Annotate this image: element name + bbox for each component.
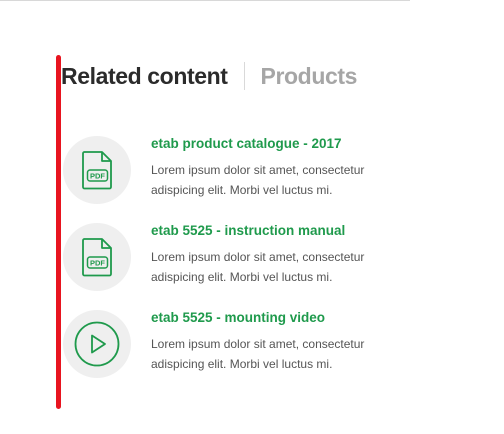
tab-related-content[interactable]: Related content [61,60,228,92]
list-item[interactable]: PDF etab 5525 - instruction manual Lorem… [63,223,423,295]
pdf-icon: PDF [82,151,112,190]
item-description-line: Lorem ipsum dolor sit amet, consectetur [151,250,365,264]
item-title-link[interactable]: etab product catalogue - 2017 [151,136,342,151]
play-icon[interactable] [73,320,121,368]
pdf-icon-label: PDF [90,171,105,180]
item-title-link[interactable]: etab 5525 - mounting video [151,310,325,325]
icon-badge: PDF [63,136,131,204]
item-description: Lorem ipsum dolor sit amet, consectetur … [151,247,421,287]
item-description-line: adispicing elit. Morbi vel luctus mi. [151,270,333,284]
item-description: Lorem ipsum dolor sit amet, consectetur … [151,334,421,374]
item-description: Lorem ipsum dolor sit amet, consectetur … [151,160,421,200]
icon-badge [63,310,131,378]
list-item[interactable]: etab 5525 - mounting video Lorem ipsum d… [63,310,423,382]
tab-divider [243,62,245,90]
item-description-line: adispicing elit. Morbi vel luctus mi. [151,183,333,197]
item-description-line: Lorem ipsum dolor sit amet, consectetur [151,337,365,351]
pdf-icon: PDF [82,238,112,277]
icon-badge: PDF [63,223,131,291]
content-tabs: Related content Products [61,60,357,92]
pdf-icon-label: PDF [90,258,105,267]
item-description-line: adispicing elit. Morbi vel luctus mi. [151,357,333,371]
list-item[interactable]: PDF etab product catalogue - 2017 Lorem … [63,136,423,208]
item-title-link[interactable]: etab 5525 - instruction manual [151,223,345,238]
item-description-line: Lorem ipsum dolor sit amet, consectetur [151,163,365,177]
tab-products[interactable]: Products [261,60,358,92]
top-divider [0,0,410,1]
highlight-marker [56,55,61,409]
